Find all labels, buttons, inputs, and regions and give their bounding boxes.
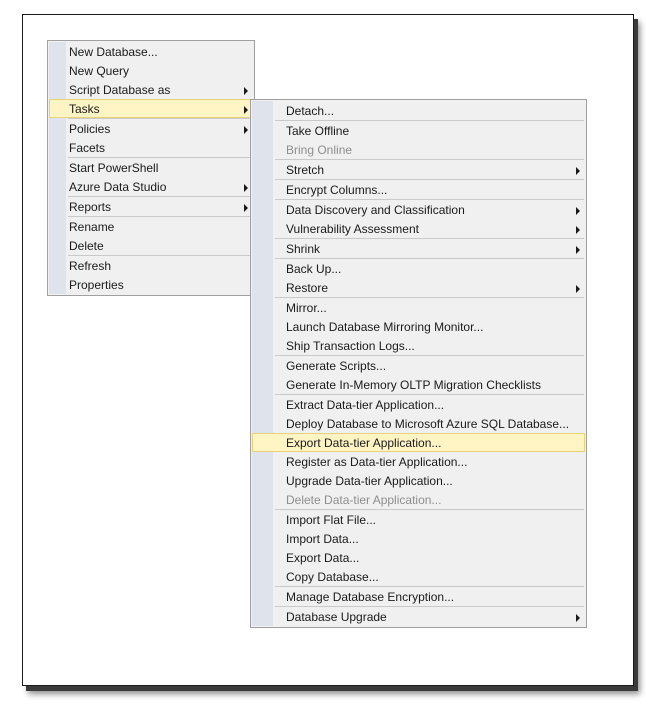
menu-item-label: Facets bbox=[69, 141, 106, 155]
menu-item-new-database[interactable]: New Database... bbox=[49, 42, 253, 61]
submenu-arrow-icon bbox=[244, 204, 248, 212]
menu-item-label: Launch Database Mirroring Monitor... bbox=[286, 320, 484, 334]
submenu-arrow-icon bbox=[244, 106, 248, 114]
submenu-arrow-icon bbox=[576, 207, 580, 215]
tasks-item-back-up[interactable]: Back Up... bbox=[252, 259, 585, 278]
menu-item-label: Refresh bbox=[69, 259, 112, 273]
tasks-item-generate-in-memory-oltp-migration-checklists[interactable]: Generate In-Memory OLTP Migration Checkl… bbox=[252, 375, 585, 394]
menu-item-reports[interactable]: Reports bbox=[49, 197, 253, 216]
submenu-arrow-icon bbox=[576, 246, 580, 254]
menu-item-new-query[interactable]: New Query bbox=[49, 61, 253, 80]
menu-item-label: Azure Data Studio bbox=[69, 180, 167, 194]
tasks-item-manage-database-encryption[interactable]: Manage Database Encryption... bbox=[252, 587, 585, 606]
menu-item-label: New Database... bbox=[69, 45, 158, 59]
menu-item-label: Encrypt Columns... bbox=[286, 183, 388, 197]
tasks-item-delete-data-tier-application: Delete Data-tier Application... bbox=[252, 490, 585, 509]
menu-item-label: Restore bbox=[286, 281, 329, 295]
tasks-item-bring-online: Bring Online bbox=[252, 140, 585, 159]
menu-item-properties[interactable]: Properties bbox=[49, 275, 253, 294]
menu-item-label: Properties bbox=[69, 278, 124, 292]
menu-item-policies[interactable]: Policies bbox=[49, 119, 253, 138]
tasks-item-data-discovery-and-classification[interactable]: Data Discovery and Classification bbox=[252, 200, 585, 219]
menu-item-label: Import Flat File... bbox=[286, 513, 377, 527]
menu-item-label: Generate In-Memory OLTP Migration Checkl… bbox=[286, 378, 541, 392]
submenu-arrow-icon bbox=[576, 226, 580, 234]
tasks-item-ship-transaction-logs[interactable]: Ship Transaction Logs... bbox=[252, 336, 585, 355]
menu-item-label: Policies bbox=[69, 122, 111, 136]
menu-item-label: Deploy Database to Microsoft Azure SQL D… bbox=[286, 417, 570, 431]
menu-item-label: Delete Data-tier Application... bbox=[286, 493, 442, 507]
menu-item-label: Stretch bbox=[286, 163, 325, 177]
menu-item-label: Detach... bbox=[286, 104, 335, 118]
menu-item-label: Script Database as bbox=[69, 83, 171, 97]
submenu-arrow-icon bbox=[576, 167, 580, 175]
menu-item-script-database-as[interactable]: Script Database as bbox=[49, 80, 253, 99]
tasks-item-shrink[interactable]: Shrink bbox=[252, 239, 585, 258]
tasks-item-encrypt-columns[interactable]: Encrypt Columns... bbox=[252, 180, 585, 199]
menu-item-label: Start PowerShell bbox=[69, 161, 159, 175]
menu-item-label: Ship Transaction Logs... bbox=[286, 339, 415, 353]
menu-item-label: Register as Data-tier Application... bbox=[286, 455, 468, 469]
menu-item-delete[interactable]: Delete bbox=[49, 236, 253, 255]
tasks-item-deploy-database-to-microsoft-azure-sql-database[interactable]: Deploy Database to Microsoft Azure SQL D… bbox=[252, 414, 585, 433]
menu-item-label: Delete bbox=[69, 239, 104, 253]
menu-item-label: Copy Database... bbox=[286, 570, 379, 584]
menu-item-label: Shrink bbox=[286, 242, 321, 256]
menu-item-label: Mirror... bbox=[286, 301, 327, 315]
submenu-arrow-icon bbox=[244, 126, 248, 134]
menu-item-label: Reports bbox=[69, 200, 112, 214]
tasks-item-import-data[interactable]: Import Data... bbox=[252, 529, 585, 548]
submenu-arrow-icon bbox=[244, 87, 248, 95]
menu-item-label: Export Data-tier Application... bbox=[286, 436, 442, 450]
menu-item-label: Rename bbox=[69, 220, 115, 234]
menu-item-label: Back Up... bbox=[286, 262, 342, 276]
submenu-arrow-icon bbox=[576, 614, 580, 622]
menu-item-rename[interactable]: Rename bbox=[49, 217, 253, 236]
menu-item-label: Export Data... bbox=[286, 551, 360, 565]
menu-item-label: Database Upgrade bbox=[286, 610, 387, 624]
tasks-item-import-flat-file[interactable]: Import Flat File... bbox=[252, 510, 585, 529]
menu-item-label: Generate Scripts... bbox=[286, 359, 387, 373]
menu-item-label: Extract Data-tier Application... bbox=[286, 398, 445, 412]
tasks-item-upgrade-data-tier-application[interactable]: Upgrade Data-tier Application... bbox=[252, 471, 585, 490]
menu-item-label: Take Offline bbox=[286, 124, 350, 138]
tasks-submenu: Detach... Take Offline Bring Online Stretch… bbox=[250, 99, 587, 628]
menu-item-facets[interactable]: Facets bbox=[49, 138, 253, 157]
menu-item-label: Upgrade Data-tier Application... bbox=[286, 474, 453, 488]
menu-item-start-powershell[interactable]: Start PowerShell bbox=[49, 158, 253, 177]
tasks-item-take-offline[interactable]: Take Offline bbox=[252, 121, 585, 140]
submenu-arrow-icon bbox=[576, 285, 580, 293]
database-context-menu: New Database... New Query Script Database … bbox=[47, 40, 255, 296]
tasks-item-stretch[interactable]: Stretch bbox=[252, 160, 585, 179]
menu-item-label: Import Data... bbox=[286, 532, 359, 546]
tasks-item-extract-data-tier-application[interactable]: Extract Data-tier Application... bbox=[252, 395, 585, 414]
menu-item-refresh[interactable]: Refresh bbox=[49, 256, 253, 275]
tasks-item-export-data-tier-application[interactable]: Export Data-tier Application... bbox=[252, 433, 585, 452]
submenu-arrow-icon bbox=[244, 184, 248, 192]
tasks-item-vulnerability-assessment[interactable]: Vulnerability Assessment bbox=[252, 219, 585, 238]
tasks-item-restore[interactable]: Restore bbox=[252, 278, 585, 297]
menu-item-label: New Query bbox=[69, 64, 130, 78]
tasks-item-database-upgrade[interactable]: Database Upgrade bbox=[252, 607, 585, 626]
menu-item-tasks[interactable]: Tasks bbox=[49, 99, 253, 118]
tasks-item-copy-database[interactable]: Copy Database... bbox=[252, 567, 585, 586]
tasks-item-export-data[interactable]: Export Data... bbox=[252, 548, 585, 567]
menu-item-label: Data Discovery and Classification bbox=[286, 203, 465, 217]
tasks-item-mirror[interactable]: Mirror... bbox=[252, 298, 585, 317]
menu-item-azure-data-studio[interactable]: Azure Data Studio bbox=[49, 177, 253, 196]
tasks-item-generate-scripts[interactable]: Generate Scripts... bbox=[252, 356, 585, 375]
tasks-item-detach[interactable]: Detach... bbox=[252, 101, 585, 120]
menu-item-label: Vulnerability Assessment bbox=[286, 222, 419, 236]
tasks-item-register-as-data-tier-application[interactable]: Register as Data-tier Application... bbox=[252, 452, 585, 471]
tasks-item-launch-database-mirroring-monitor[interactable]: Launch Database Mirroring Monitor... bbox=[252, 317, 585, 336]
menu-item-label: Tasks bbox=[69, 102, 100, 116]
menu-item-label: Bring Online bbox=[286, 143, 353, 157]
menu-item-label: Manage Database Encryption... bbox=[286, 590, 455, 604]
